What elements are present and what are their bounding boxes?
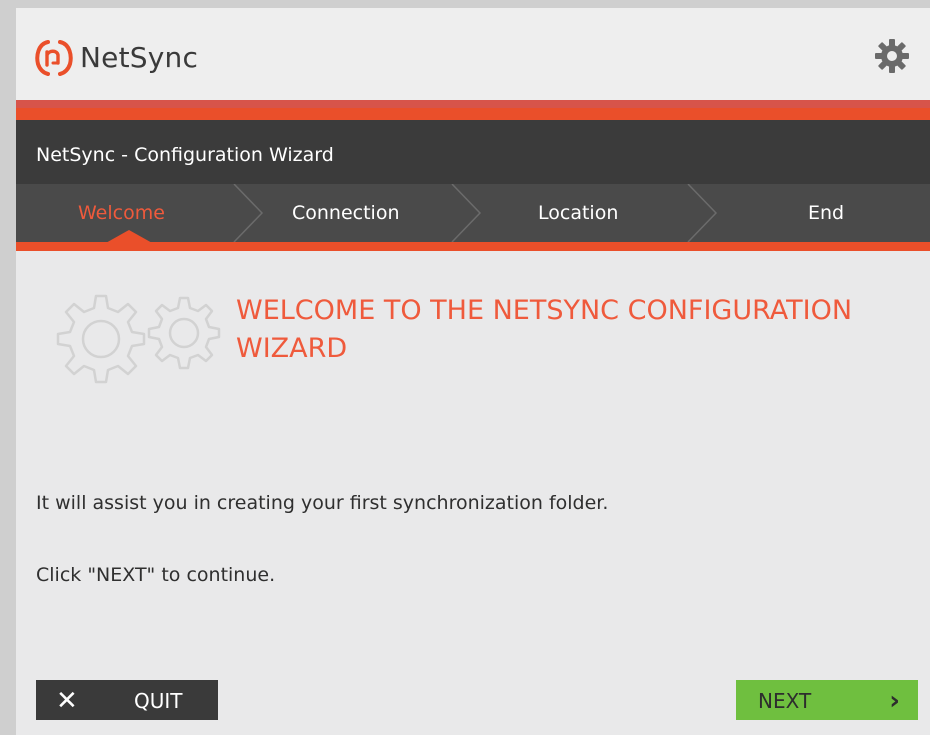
quit-button[interactable]: ✕ QUIT [36, 680, 218, 720]
next-label: NEXT [758, 689, 812, 713]
app-name: NetSync [80, 40, 199, 74]
wizard-title: NetSync - Configuration Wizard [36, 144, 334, 166]
desktop-background-left [0, 0, 16, 735]
app-logo: NetSync [34, 38, 198, 76]
next-button[interactable]: NEXT › [736, 680, 918, 720]
wizard-title-bar: NetSync - Configuration Wizard [16, 120, 930, 184]
netsync-logo-icon [35, 40, 73, 76]
step-location[interactable]: Location [538, 202, 618, 224]
step-end[interactable]: End [808, 202, 844, 224]
desktop-background [0, 0, 930, 8]
step-connection[interactable]: Connection [292, 202, 400, 224]
settings-button[interactable] [874, 38, 910, 74]
wizard-window: NetSync NetSync - Configuration Wizard W… [16, 8, 930, 735]
steps-accent-line [16, 242, 930, 251]
intro-text: It will assist you in creating your firs… [36, 492, 609, 514]
app-header: NetSync [16, 8, 930, 101]
instruction-text: Click "NEXT" to continue. [36, 564, 276, 586]
header-accent-stripes [16, 100, 930, 120]
step-welcome[interactable]: Welcome [78, 202, 165, 224]
quit-label: QUIT [134, 689, 183, 713]
welcome-heading: WELCOME TO THE NETSYNC CONFIGURATION WIZ… [236, 295, 853, 364]
gears-illustration-icon [56, 294, 221, 384]
gear-icon [875, 39, 909, 73]
chevron-right-icon: › [889, 686, 900, 716]
close-icon: ✕ [56, 686, 78, 716]
